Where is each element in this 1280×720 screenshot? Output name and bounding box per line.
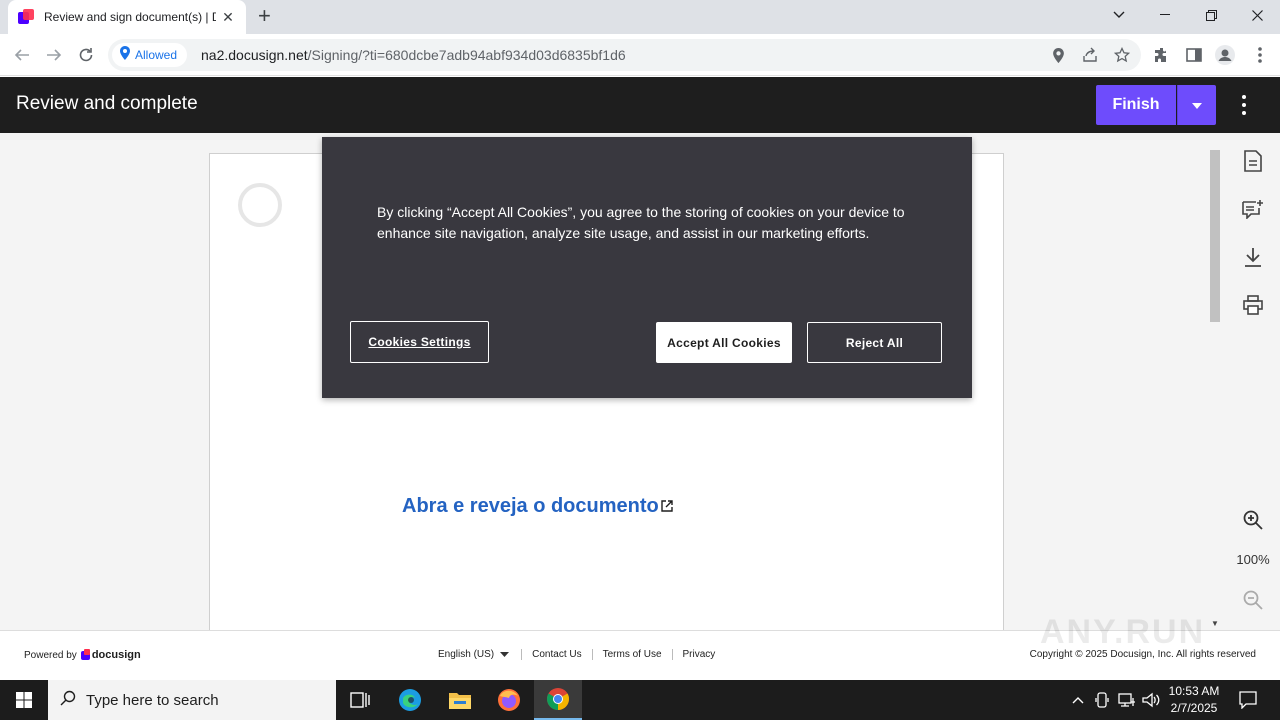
task-view-icon[interactable] (336, 680, 384, 720)
add-comment-icon[interactable] (1239, 195, 1267, 223)
file-explorer-icon[interactable] (436, 680, 484, 720)
location-icon[interactable] (1049, 46, 1067, 64)
taskbar-clock[interactable]: 10:53 AM 2/7/2025 (1160, 683, 1228, 717)
share-icon[interactable] (1081, 46, 1099, 64)
clock-time: 10:53 AM (1168, 684, 1220, 698)
finish-button[interactable]: Finish (1096, 85, 1176, 125)
browser-menu-icon[interactable] (1250, 45, 1270, 65)
side-panel-icon[interactable] (1184, 45, 1204, 65)
caret-down-icon (500, 649, 510, 660)
document-scrollbar[interactable]: ▼ (1208, 140, 1222, 630)
external-link-icon (661, 495, 673, 518)
powered-by: Powered by docusign (24, 648, 141, 661)
edge-browser-icon[interactable] (386, 680, 434, 720)
volume-icon[interactable] (1140, 680, 1162, 720)
cookie-consent-banner: By clicking “Accept All Cookies”, you ag… (322, 137, 972, 398)
page-footer: Powered by docusign English (US) Contact… (0, 613, 1280, 680)
terms-of-use-link[interactable]: Terms of Use (591, 649, 672, 660)
tab-close-icon[interactable]: ✕ (220, 9, 236, 26)
finish-options-button[interactable] (1177, 85, 1216, 125)
loading-spinner-icon (238, 183, 282, 227)
scroll-down-arrow-icon[interactable]: ▼ (1211, 619, 1219, 628)
contact-us-link[interactable]: Contact Us (521, 649, 591, 660)
powered-by-label: Powered by (24, 649, 77, 661)
docusign-favicon-icon (18, 9, 34, 25)
zoom-level: 100% (1236, 552, 1270, 567)
reload-icon[interactable] (73, 42, 99, 68)
privacy-link[interactable]: Privacy (671, 649, 726, 660)
clock-date: 2/7/2025 (1170, 701, 1218, 715)
browser-tab[interactable]: Review and sign document(s) | D ✕ (8, 0, 246, 34)
bookmark-star-icon[interactable] (1113, 46, 1131, 64)
download-icon[interactable] (1239, 243, 1267, 271)
taskbar-search-box[interactable]: Type here to search (48, 680, 336, 720)
zoom-in-icon[interactable] (1239, 506, 1267, 534)
docusign-brand-text: docusign (91, 649, 141, 661)
restore-button[interactable] (1188, 0, 1234, 30)
device-tray-icon[interactable] (1092, 680, 1112, 720)
url-host: na2.docusign.net (201, 47, 308, 63)
open-document-link-text: Abra e reveja o documento (402, 495, 659, 517)
site-permission-chip[interactable]: Allowed (112, 43, 188, 67)
taskbar-search-placeholder: Type here to search (86, 691, 219, 709)
minimize-button[interactable] (1142, 0, 1188, 30)
url-text[interactable]: na2.docusign.net/Signing/?ti=680dcbe7adb… (201, 47, 626, 63)
windows-start-icon[interactable] (0, 680, 48, 720)
profile-avatar-icon[interactable] (1215, 45, 1235, 65)
caret-down-icon (1192, 96, 1202, 114)
browser-toolbar: Allowed na2.docusign.net/Signing/?ti=680… (0, 34, 1280, 76)
network-icon[interactable] (1116, 680, 1138, 720)
tab-title: Review and sign document(s) | D (44, 10, 216, 24)
close-window-button[interactable] (1234, 0, 1280, 30)
docusign-logo-icon (80, 648, 90, 660)
print-icon[interactable] (1239, 291, 1267, 319)
page-title: Review and complete (16, 93, 198, 114)
document-view-icon[interactable] (1239, 147, 1267, 175)
signing-header: Review and complete Finish (0, 77, 1280, 133)
language-selector[interactable]: English (US) (438, 649, 521, 660)
back-icon[interactable] (9, 42, 35, 68)
site-permission-label: Allowed (135, 48, 178, 62)
cookie-message: By clicking “Accept All Cookies”, you ag… (377, 204, 905, 241)
docusign-logo: docusign (80, 648, 141, 661)
footer-links: English (US) Contact Us Terms of Use Pri… (438, 649, 725, 660)
show-hidden-icons-icon[interactable] (1068, 680, 1088, 720)
document-tools-rail: 100% (1226, 133, 1280, 630)
reject-all-button[interactable]: Reject All (807, 322, 942, 363)
anyrun-watermark: ANY.RUN (1040, 613, 1206, 651)
accept-all-cookies-button[interactable]: Accept All Cookies (656, 322, 792, 363)
tab-search-icon[interactable] (1096, 0, 1142, 30)
notifications-icon[interactable] (1234, 680, 1262, 720)
zoom-out-icon[interactable] (1239, 586, 1267, 614)
extensions-puzzle-icon[interactable] (1152, 45, 1172, 65)
chrome-icon[interactable] (534, 680, 582, 720)
new-tab-button[interactable]: + (258, 5, 271, 27)
cookies-settings-button[interactable]: Cookies Settings (350, 321, 489, 363)
url-path: /Signing/?ti=680dcbe7adb94abf934d03d6835… (307, 47, 626, 63)
search-icon (60, 690, 76, 711)
windows-taskbar: Type here to search 10:53 AM 2/7/2025 (0, 680, 1280, 720)
address-bar[interactable]: Allowed na2.docusign.net/Signing/?ti=680… (108, 39, 1141, 71)
scrollbar-thumb[interactable] (1210, 150, 1220, 322)
language-label: English (US) (438, 649, 495, 660)
open-document-link[interactable]: Abra e reveja o documento (402, 495, 673, 518)
more-options-icon[interactable] (1232, 93, 1256, 117)
forward-icon[interactable] (41, 42, 67, 68)
location-pin-icon (120, 45, 130, 65)
browser-tab-strip: Review and sign document(s) | D ✕ + (0, 0, 1280, 34)
firefox-icon[interactable] (485, 680, 533, 720)
